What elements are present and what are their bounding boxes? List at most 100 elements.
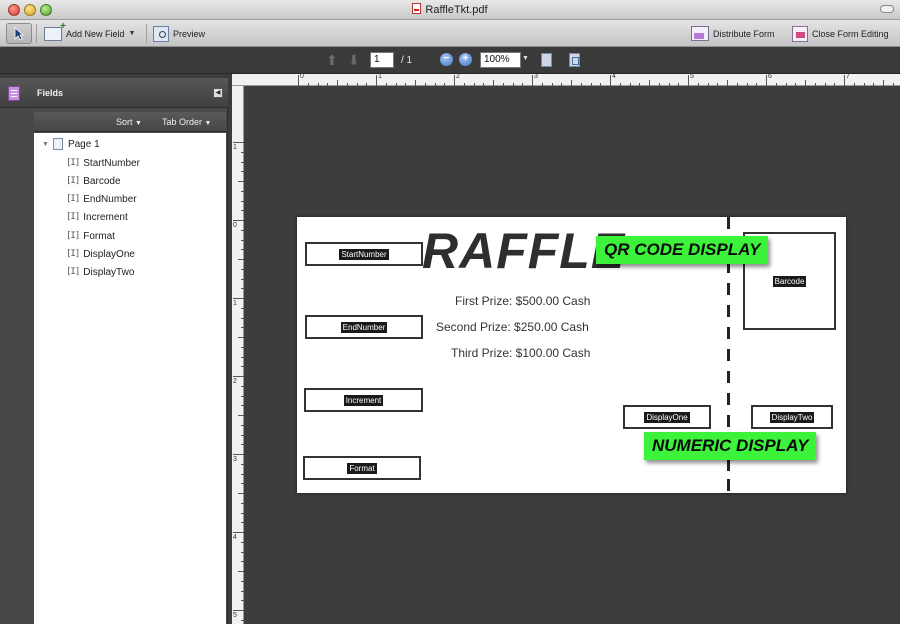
ruler-tick (241, 424, 244, 426)
perforation-dash (727, 393, 730, 405)
disclosure-triangle-icon[interactable]: ▼ (42, 141, 49, 148)
window-titlebar: RaffleTkt.pdf (0, 0, 900, 20)
text-field-icon: [I] (66, 194, 80, 204)
ruler-tick (356, 83, 358, 86)
increment-field[interactable]: Increment (304, 388, 423, 412)
add-new-field-button[interactable]: Add New Field ▼ (44, 21, 135, 44)
fit-page-icon[interactable] (569, 53, 580, 67)
ruler-tick (241, 317, 244, 319)
ruler-tick (337, 80, 338, 86)
previous-page-icon[interactable]: ⬆ (326, 52, 338, 69)
ruler-tick (493, 80, 494, 86)
increment-field-label: Increment (343, 394, 384, 406)
ruler-tick (561, 83, 563, 86)
format-field-label: Format (347, 462, 377, 474)
zoom-in-icon[interactable]: + (459, 53, 472, 66)
ruler-tick (241, 239, 244, 241)
ruler-tick (853, 83, 855, 86)
ruler-tick (241, 200, 244, 202)
ruler-number: 7 (846, 73, 850, 80)
ruler-tick (376, 75, 377, 86)
ruler-tick (233, 610, 244, 611)
text-field-icon: [I] (66, 249, 80, 259)
add-new-field-label: Add New Field (66, 28, 125, 39)
next-page-icon[interactable]: ⬇ (348, 52, 360, 69)
end-number-field[interactable]: EndNumber (305, 315, 423, 339)
perforation-dash (727, 371, 730, 383)
select-object-tool-button[interactable] (6, 23, 32, 44)
ruler-tick (241, 619, 244, 621)
perforation-dash (727, 349, 730, 361)
ruler-tick (241, 434, 244, 436)
ruler-tick (502, 83, 504, 86)
ruler-tick (883, 80, 884, 86)
sort-menu-button[interactable]: Sort ▼ (116, 117, 142, 127)
ruler-tick (541, 83, 543, 86)
ruler-tick (241, 288, 244, 290)
ruler-tick (241, 249, 244, 251)
close-form-editing-label: Close Form Editing (812, 28, 889, 39)
distribute-form-button[interactable]: Distribute Form (691, 23, 775, 44)
ruler-number: 3 (534, 73, 538, 80)
ruler-tick (241, 268, 244, 270)
tree-item-field[interactable]: [I] Barcode (66, 172, 121, 190)
ruler-number: 1 (378, 73, 382, 80)
ruler-tick (463, 83, 465, 86)
text-field-icon: [I] (66, 176, 80, 186)
zoom-dropdown-icon[interactable]: ▼ (522, 55, 529, 62)
ruler-number: 4 (612, 73, 616, 80)
tree-item-page-1[interactable]: ▼ Page 1 (42, 135, 100, 153)
tree-item-field[interactable]: [I] DisplayTwo (66, 263, 134, 281)
close-form-editing-button[interactable]: Close Form Editing (792, 23, 889, 44)
tree-field-label: DisplayTwo (83, 266, 135, 278)
display-one-field[interactable]: DisplayOne (623, 405, 711, 429)
fields-panel: Fields ◀ Sort ▼ Tab Order ▼ ▼ Page 1 [I]… (0, 78, 228, 624)
ruler-tick (405, 83, 407, 86)
ruler-tick (805, 80, 806, 86)
zoom-out-icon[interactable]: − (440, 53, 453, 66)
ruler-tick (241, 522, 244, 524)
tree-item-field[interactable]: [I] Increment (66, 208, 128, 226)
pdf-file-icon (412, 3, 422, 14)
zoom-level-input[interactable]: 100% (480, 52, 521, 68)
ruler-tick (775, 83, 777, 86)
panel-options-icon[interactable]: ◀ (213, 88, 223, 98)
format-field[interactable]: Format (303, 456, 421, 480)
ruler-number: 1 (233, 144, 237, 151)
ruler-tick (241, 356, 244, 358)
tree-item-field[interactable]: [I] StartNumber (66, 154, 140, 172)
horizontal-ruler: 0 1 2 3 4 5 6 7 (232, 73, 900, 86)
ruler-tick (241, 405, 244, 407)
tree-item-field[interactable]: [I] DisplayOne (66, 245, 135, 263)
ruler-tick (824, 83, 826, 86)
tab-order-menu-button[interactable]: Tab Order ▼ (162, 117, 211, 127)
ruler-number: 5 (233, 612, 237, 619)
window-title-text: RaffleTkt.pdf (425, 4, 488, 16)
ruler-number: 0 (233, 222, 237, 229)
ruler-tick (241, 551, 244, 553)
display-two-field[interactable]: DisplayTwo (751, 405, 833, 429)
tree-item-field[interactable]: [I] EndNumber (66, 190, 137, 208)
end-number-field-label: EndNumber (340, 321, 388, 333)
ruler-tick (241, 483, 244, 485)
toolbar-toggle-button[interactable] (880, 5, 894, 13)
ruler-tick (241, 307, 244, 309)
perforation-dash (727, 415, 730, 427)
perforation-dash (727, 479, 730, 491)
ruler-tick (395, 83, 397, 86)
ruler-tick (307, 83, 309, 86)
ruler-tick (571, 80, 572, 86)
start-number-field[interactable]: StartNumber (305, 242, 423, 266)
ruler-tick (238, 571, 244, 572)
ruler-tick (241, 463, 244, 465)
tree-item-field[interactable]: [I] Format (66, 227, 115, 245)
toolbar-divider (36, 24, 37, 43)
scroll-mode-icon[interactable] (541, 53, 552, 67)
ruler-number: 3 (233, 456, 237, 463)
ruler-tick (434, 83, 436, 86)
distribute-form-icon (691, 26, 709, 41)
ruler-number: 2 (456, 73, 460, 80)
preview-button[interactable]: Preview (153, 23, 205, 44)
current-page-input[interactable]: 1 (370, 52, 394, 68)
tab-order-label: Tab Order (162, 117, 203, 127)
